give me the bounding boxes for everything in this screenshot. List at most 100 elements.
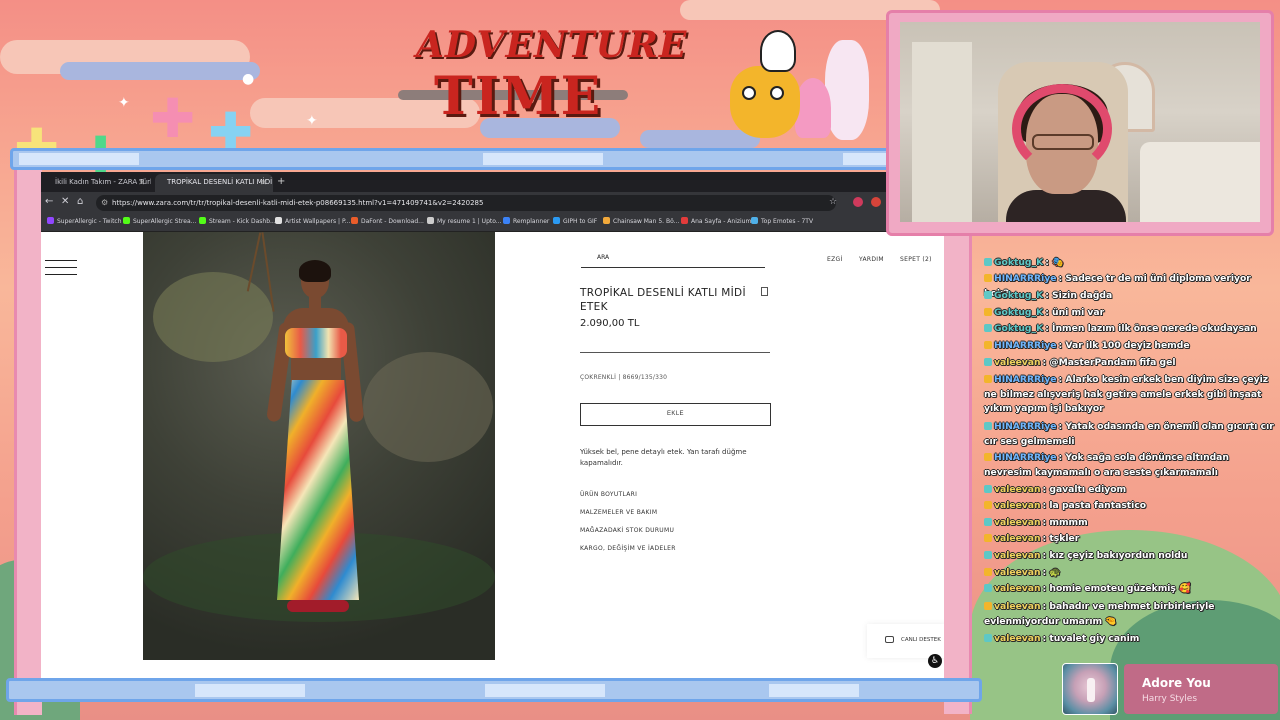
close-tab-icon[interactable]: ✕: [260, 178, 267, 187]
chat-username[interactable]: HINARRRiye: [994, 452, 1057, 463]
back-icon[interactable]: ←: [45, 196, 53, 207]
chat-text: : Var ilk 100 deyiz hemde: [1058, 340, 1190, 351]
home-icon[interactable]: ⌂: [77, 196, 83, 207]
chat-message: Goktug_K: İnmen lazım ilk önce nerede ok…: [984, 322, 1274, 337]
bookmark-item[interactable]: Remplanner: [503, 217, 549, 225]
bookmark-item[interactable]: My resume 1 | Upto...: [427, 217, 502, 225]
chat-badge-icon: [984, 291, 992, 299]
new-tab-icon[interactable]: +: [277, 176, 285, 187]
chat-username[interactable]: HINARRRiye: [994, 340, 1057, 351]
help-link[interactable]: YARDIM: [859, 256, 884, 263]
chat-username[interactable]: Goktug_K: [994, 290, 1043, 301]
chat-username[interactable]: valeevan: [994, 517, 1041, 528]
chat-badge-icon: [984, 358, 992, 366]
chat-username[interactable]: valeevan: [994, 533, 1041, 544]
extension-icon[interactable]: [853, 197, 863, 207]
menu-icon[interactable]: [45, 260, 77, 276]
chat-badge-icon: [984, 324, 992, 332]
bookmarks-bar: SuperAllergic - Twitch SuperAllergic Str…: [41, 214, 944, 232]
chat-username[interactable]: valeevan: [994, 500, 1041, 511]
star-icon[interactable]: ☆: [829, 197, 837, 207]
chat-username[interactable]: valeevan: [994, 550, 1041, 561]
chat-username[interactable]: valeevan: [994, 633, 1041, 644]
browser-tab-active[interactable]: TROPİKAL DESENLİ KATLI MİDİ ✕: [155, 174, 273, 192]
chat-badge-icon: [984, 274, 992, 282]
materials-link[interactable]: MALZEMELER VE BAKIM: [580, 509, 657, 516]
chat-badge-icon: [984, 308, 992, 316]
chat-username[interactable]: valeevan: [994, 484, 1041, 495]
chat-username[interactable]: valeevan: [994, 583, 1041, 594]
sparkle-star-icon: ✚: [150, 87, 196, 150]
close-tab-icon[interactable]: ✕: [138, 178, 145, 187]
account-link[interactable]: EZGİ: [827, 256, 843, 263]
chat-username[interactable]: HINARRRiye: [994, 421, 1057, 432]
url-input[interactable]: ⚙ https://www.zara.com/tr/tr/tropikal-de…: [96, 195, 836, 211]
bookmark-item[interactable]: SuperAllergic - Twitch: [47, 217, 122, 225]
finn-character: [760, 30, 796, 72]
bookmark-item[interactable]: GIPH to GIF: [553, 217, 597, 225]
browser-tab[interactable]: İkili Kadın Takım - ZARA Türk ✕: [43, 174, 151, 192]
frame-segment: [485, 684, 605, 697]
chat-username[interactable]: Goktug_K: [994, 257, 1043, 268]
jake-eye: [742, 86, 756, 100]
chat-text: : üni mi var: [1045, 307, 1105, 318]
princess-bubblegum-character: [795, 78, 831, 138]
chat-message: Goktug_K: Sizin dağda: [984, 289, 1274, 304]
chat-message: HINARRRiye: Yok sağa sola dönünce altınd…: [984, 451, 1274, 480]
bookmark-favicon: [503, 217, 510, 224]
chat-message: Goktug_K: üni mi var: [984, 306, 1274, 321]
add-to-cart-button[interactable]: EKLE: [580, 403, 771, 426]
cart-link[interactable]: SEPET (2): [900, 256, 932, 263]
chat-badge-icon: [984, 501, 992, 509]
model-part: [277, 380, 359, 600]
chat-username[interactable]: valeevan: [994, 357, 1041, 368]
chat-text: : tşkler: [1042, 533, 1080, 544]
chat-message: HINARRRiye: Var ilk 100 deyiz hemde: [984, 339, 1274, 354]
bookmark-item[interactable]: SuperAllergic Strea...: [123, 217, 196, 225]
chat-badge-icon: [984, 341, 992, 349]
chat-message: valeevan: bahadır ve mehmet birbirleriyl…: [984, 600, 1274, 629]
accessibility-icon[interactable]: ♿: [928, 654, 942, 668]
jake-character: [730, 66, 800, 138]
sparkle-icon: ✦: [306, 113, 318, 129]
bookmark-item[interactable]: Stream - Kick Dashb...: [199, 217, 276, 225]
store-stock-link[interactable]: MAĞAZADAKİ STOK DURUMU: [580, 527, 674, 534]
chat-username[interactable]: Goktug_K: [994, 323, 1043, 334]
live-support-button[interactable]: CANLI DESTEK: [867, 624, 944, 658]
product-image[interactable]: [143, 232, 495, 660]
bookmark-item[interactable]: Artist Wallpapers | P...: [275, 217, 350, 225]
bookmark-item[interactable]: DaFont - Download...: [351, 217, 424, 225]
product-price: 2.090,00 TL: [580, 318, 640, 329]
size-guide-link[interactable]: ÜRÜN BOYUTLARI: [580, 491, 637, 498]
now-playing-widget: Adore You Harry Styles: [1062, 662, 1278, 716]
bookmark-favicon: [199, 217, 206, 224]
bookmark-favicon: [275, 217, 282, 224]
shipping-returns-link[interactable]: KARGO, DEĞİŞİM VE İADELER: [580, 545, 676, 552]
bookmark-item[interactable]: Chainsaw Man 5. Bö...: [603, 217, 679, 225]
chat-badge-icon: [984, 258, 992, 266]
chat-username[interactable]: valeevan: [994, 567, 1041, 578]
chat-text: : la pasta fantastico: [1042, 500, 1147, 511]
chat-username[interactable]: HINARRRiye: [994, 273, 1057, 284]
bookmark-item[interactable]: Top Emotes - 7TV: [751, 217, 813, 225]
chat-badge-icon: [984, 518, 992, 526]
chat-username[interactable]: valeevan: [994, 601, 1041, 612]
bookmark-icon[interactable]: [761, 287, 768, 296]
track-title: Adore You: [1142, 676, 1211, 690]
extension-icon[interactable]: [871, 197, 881, 207]
chat-username[interactable]: HINARRRiye: [994, 374, 1057, 385]
bookmark-item[interactable]: Ana Sayfa - Anizium: [681, 217, 751, 225]
reload-icon[interactable]: ✕: [61, 196, 69, 207]
webcam-feed: [900, 22, 1260, 222]
frame-segment: [195, 684, 305, 697]
model-figure: [263, 260, 383, 642]
sparkle-icon: ●: [242, 71, 255, 87]
chat-text: : @MasterPandam fifa gel: [1042, 357, 1176, 368]
site-info-icon[interactable]: ⚙: [101, 198, 108, 207]
tab-label: TROPİKAL DESENLİ KATLI MİDİ: [167, 178, 273, 186]
chat-badge-icon: [984, 485, 992, 493]
search-input[interactable]: ARA: [581, 252, 765, 268]
chat-text: : gavaltı ediyom: [1042, 484, 1127, 495]
search-label: ARA: [597, 254, 610, 261]
chat-username[interactable]: Goktug_K: [994, 307, 1043, 318]
